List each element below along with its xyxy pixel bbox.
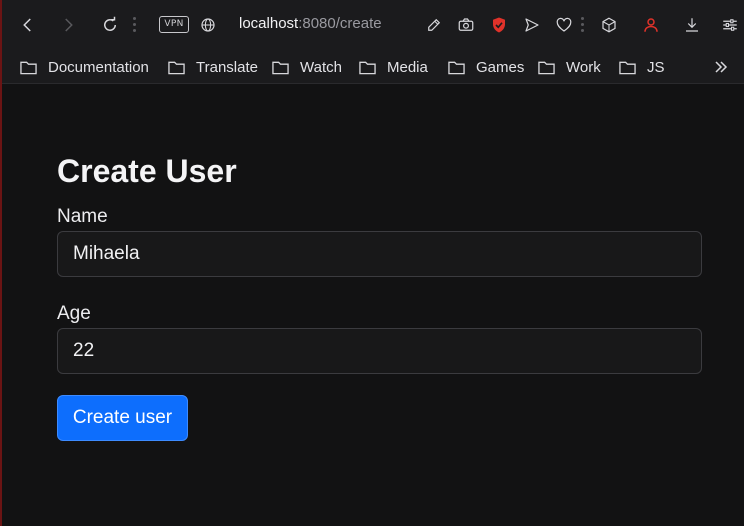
age-label: Age bbox=[57, 303, 91, 324]
bookmark-label: Documentation bbox=[48, 58, 149, 76]
bookmark-js[interactable]: JS bbox=[619, 56, 665, 78]
double-chevron-right-icon[interactable] bbox=[712, 58, 730, 76]
browser-window: VPN localhost:8080/create Documentation … bbox=[0, 0, 744, 526]
bookmark-media[interactable]: Media bbox=[359, 56, 428, 78]
send-icon[interactable] bbox=[520, 13, 544, 37]
bookmark-label: Games bbox=[476, 58, 525, 76]
url-path: :8080/create bbox=[298, 15, 382, 32]
settings-icon[interactable] bbox=[718, 13, 742, 37]
age-input[interactable] bbox=[57, 328, 702, 374]
page-title: Create User bbox=[57, 153, 237, 189]
camera-icon[interactable] bbox=[454, 13, 478, 37]
bookmarks-bar: Documentation Translate Watch Media Game… bbox=[2, 50, 744, 84]
folder-icon bbox=[168, 61, 185, 74]
edit-icon[interactable] bbox=[422, 13, 446, 37]
folder-icon bbox=[359, 61, 376, 74]
toolbar-separator bbox=[133, 17, 137, 33]
bookmark-watch[interactable]: Watch bbox=[272, 56, 342, 78]
folder-icon bbox=[272, 61, 289, 74]
heart-icon[interactable] bbox=[552, 13, 576, 37]
back-icon[interactable] bbox=[16, 13, 40, 37]
folder-icon bbox=[20, 61, 37, 74]
download-icon[interactable] bbox=[680, 13, 704, 37]
url-host: localhost bbox=[239, 15, 299, 32]
folder-icon bbox=[619, 61, 636, 74]
toolbar-separator bbox=[581, 17, 585, 33]
forward-icon[interactable] bbox=[56, 13, 80, 37]
folder-icon bbox=[448, 61, 465, 74]
bookmark-games[interactable]: Games bbox=[448, 56, 524, 78]
bookmark-label: JS bbox=[647, 58, 665, 76]
bookmark-label: Work bbox=[566, 58, 601, 76]
reload-icon[interactable] bbox=[98, 13, 122, 37]
bookmark-translate[interactable]: Translate bbox=[168, 56, 258, 78]
vpn-badge[interactable]: VPN bbox=[159, 16, 189, 33]
bookmark-work[interactable]: Work bbox=[538, 56, 601, 78]
cube-icon[interactable] bbox=[597, 13, 621, 37]
name-input[interactable] bbox=[57, 231, 702, 277]
address-bar[interactable]: localhost:8080/create bbox=[239, 15, 382, 32]
browser-toolbar: VPN localhost:8080/create bbox=[2, 0, 744, 50]
bookmark-label: Watch bbox=[300, 58, 342, 76]
create-user-button[interactable]: Create user bbox=[57, 395, 188, 441]
profile-icon[interactable] bbox=[639, 13, 663, 37]
folder-icon bbox=[538, 61, 555, 74]
bookmark-label: Media bbox=[387, 58, 428, 76]
site-info-icon[interactable] bbox=[196, 13, 220, 37]
page-content: Create User Name Age Create user bbox=[2, 85, 744, 526]
name-label: Name bbox=[57, 206, 108, 227]
shield-icon[interactable] bbox=[487, 13, 511, 37]
bookmark-documentation[interactable]: Documentation bbox=[20, 56, 149, 78]
bookmark-label: Translate bbox=[196, 58, 258, 76]
